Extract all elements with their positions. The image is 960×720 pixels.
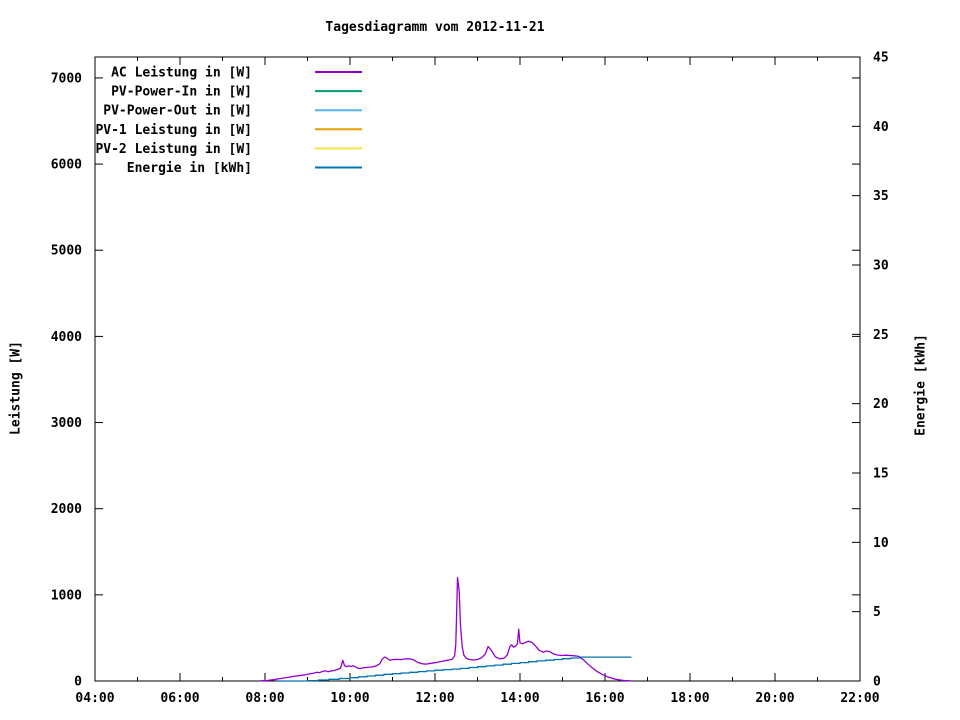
y-left-tick-label: 6000 xyxy=(51,158,82,173)
y-right-tick-label: 20 xyxy=(873,397,889,412)
x-tick-label: 10:00 xyxy=(330,691,369,706)
chart-title: Tagesdiagramm vom 2012-11-21 xyxy=(325,20,545,35)
legend-label: PV-Power-In in [W] xyxy=(111,85,252,100)
y-right-tick-label: 0 xyxy=(873,675,881,690)
x-tick-label: 20:00 xyxy=(755,691,794,706)
x-tick-label: 14:00 xyxy=(500,691,539,706)
y-left-tick-label: 1000 xyxy=(51,588,82,603)
y-right-tick-label: 45 xyxy=(873,51,889,66)
x-tick-label: 06:00 xyxy=(160,691,199,706)
y-left-tick-label: 4000 xyxy=(51,330,82,345)
legend-label: PV-Power-Out in [W] xyxy=(103,104,252,119)
legend-label: PV-1 Leistung in [W] xyxy=(95,123,252,138)
y-left-tick-label: 2000 xyxy=(51,502,82,517)
x-tick-label: 04:00 xyxy=(75,691,114,706)
x-tick-label: 16:00 xyxy=(585,691,624,706)
y-right-tick-label: 10 xyxy=(873,536,889,551)
legend-label: AC Leistung in [W] xyxy=(111,66,252,81)
x-tick-label: 08:00 xyxy=(245,691,284,706)
y2-axis-label: Energie [kWh] xyxy=(913,334,929,436)
y-left-tick-label: 3000 xyxy=(51,416,82,431)
y-left-tick-label: 7000 xyxy=(51,71,82,86)
y-right-tick-label: 30 xyxy=(873,259,889,274)
y-left-tick-label: 5000 xyxy=(51,244,82,259)
y-right-tick-label: 40 xyxy=(873,120,889,135)
legend-label: PV-2 Leistung in [W] xyxy=(95,142,252,157)
x-tick-label: 22:00 xyxy=(840,691,879,706)
y-right-tick-label: 5 xyxy=(873,605,881,620)
y-right-tick-label: 35 xyxy=(873,189,889,204)
legend-label: Energie in [kWh] xyxy=(127,161,252,176)
chart-canvas: 0 1000 2000 3000 4000 5000 6000 7000 0 5 10 15 20 25 3… xyxy=(0,0,960,720)
y-right-tick-label: 25 xyxy=(873,328,889,343)
y-axis-label: Leistung [W] xyxy=(8,341,24,435)
plot-svg: 0 1000 2000 3000 4000 5000 6000 7000 0 5 10 15 20 25 3… xyxy=(51,51,889,707)
y-left-tick-label: 0 xyxy=(74,675,82,690)
x-tick-label: 18:00 xyxy=(670,691,709,706)
series-line xyxy=(259,576,631,682)
x-tick-label: 12:00 xyxy=(415,691,454,706)
y-right-tick-label: 15 xyxy=(873,467,889,482)
series-line xyxy=(277,656,632,682)
